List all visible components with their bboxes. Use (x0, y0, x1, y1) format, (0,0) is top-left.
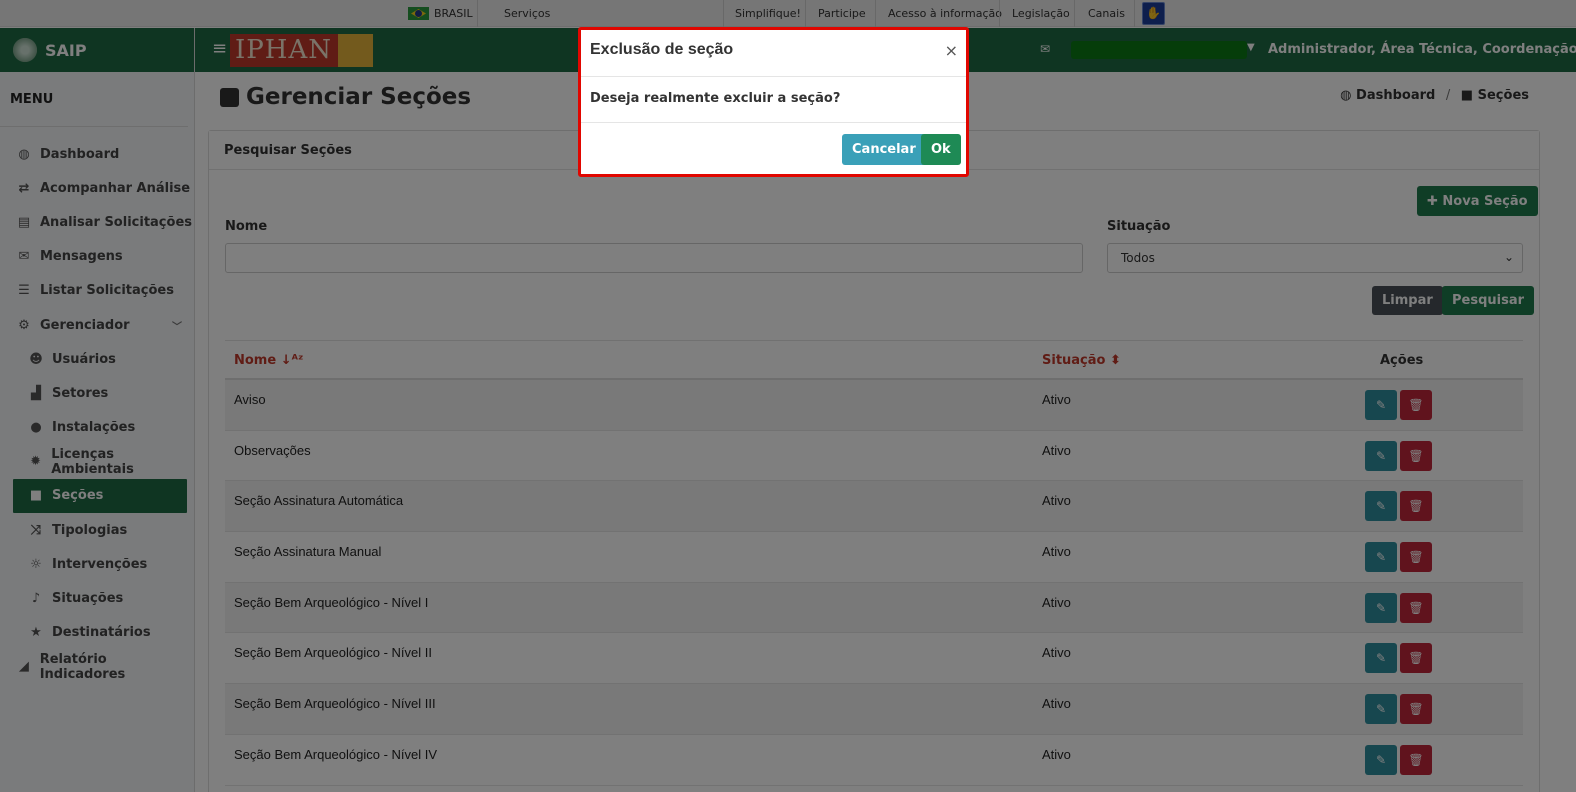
delete-confirmation-modal: Exclusão de seção × Deseja realmente exc… (578, 27, 969, 177)
modal-message: Deseja realmente excluir a seção? (581, 77, 966, 123)
close-icon[interactable]: × (945, 41, 958, 60)
ok-button[interactable]: Ok (921, 134, 961, 165)
modal-header: Exclusão de seção × (581, 30, 966, 77)
cancel-button[interactable]: Cancelar (842, 134, 926, 165)
modal-title: Exclusão de seção (590, 41, 734, 58)
